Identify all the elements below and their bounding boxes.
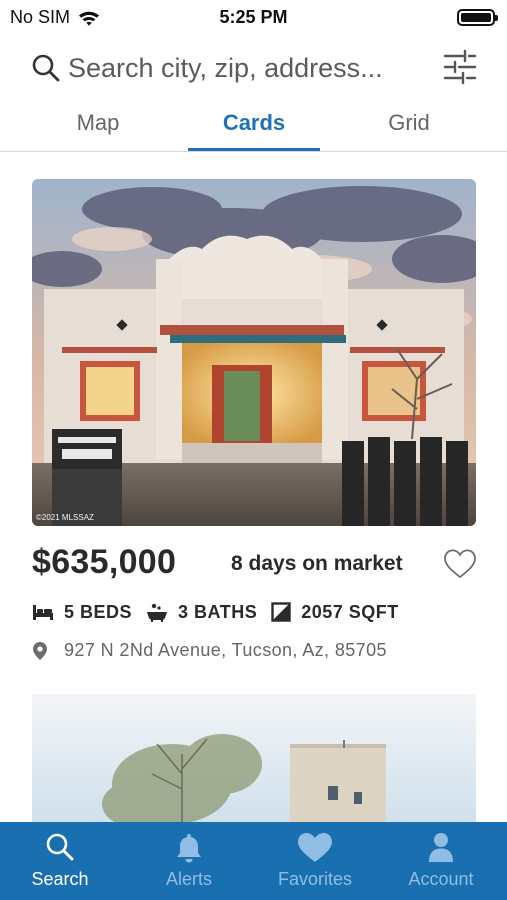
beds-label: 5 BEDS <box>64 601 133 622</box>
nav-search[interactable]: Search <box>0 822 123 900</box>
battery-icon <box>457 9 498 26</box>
beds-spec: 5 BEDS <box>32 602 132 623</box>
bed-icon <box>33 605 53 620</box>
photo-watermark: ©2021 MLSSAZ <box>36 513 94 522</box>
bell-icon <box>177 834 201 863</box>
nav-favorites[interactable]: Favorites <box>252 822 378 900</box>
house-photo-illustration: ©2021 MLSSAZ <box>32 179 476 526</box>
address-text: 927 N 2Nd Avenue, Tucson, Az, 85705 <box>64 640 387 660</box>
baths-label: 3 BATHS <box>178 601 258 622</box>
status-time: 5:25 PM <box>219 7 288 27</box>
listing-address: 927 N 2Nd Avenue, Tucson, Az, 85705 <box>32 640 387 661</box>
active-tab-indicator <box>188 148 320 151</box>
nav-account[interactable]: Account <box>378 822 504 900</box>
person-icon <box>429 833 453 862</box>
listing-photo[interactable]: ©2021 MLSSAZ <box>32 179 476 526</box>
status-bar: No SIM 5:25 PM <box>0 0 507 34</box>
nav-search-label: Search <box>31 869 89 889</box>
sqft-label: 2057 SQFT <box>301 601 399 622</box>
favorite-heart-icon[interactable] <box>443 548 477 580</box>
nav-favorites-label: Favorites <box>277 869 353 889</box>
nav-alerts[interactable]: Alerts <box>126 822 252 900</box>
filter-sliders-icon[interactable] <box>443 49 477 85</box>
bathtub-icon <box>147 603 168 622</box>
location-pin-icon <box>33 641 47 660</box>
sqft-spec: 2057 SQFT <box>271 602 399 623</box>
bottom-tab-bar: Search Alerts Favorites Account <box>0 822 507 900</box>
heart-icon <box>298 833 332 862</box>
tab-cards[interactable]: Cards <box>184 110 324 136</box>
listing-specs: 5 BEDS 3 BATHS 2057 SQFT <box>32 598 399 626</box>
view-tabs: Map Cards Grid <box>0 100 507 152</box>
next-listing-photo[interactable] <box>32 694 476 824</box>
next-house-photo-illustration <box>32 694 476 824</box>
search-icon <box>32 54 60 82</box>
listing-price: $635,000 <box>32 543 177 581</box>
search-icon <box>46 833 74 861</box>
tab-map[interactable]: Map <box>28 110 168 136</box>
nav-account-label: Account <box>408 869 474 889</box>
baths-spec: 3 BATHS <box>146 602 257 623</box>
square-footage-icon <box>271 602 291 622</box>
days-on-market: 8 days on market <box>231 552 403 575</box>
tab-grid[interactable]: Grid <box>339 110 479 136</box>
search-bar <box>0 44 507 94</box>
search-input[interactable] <box>68 48 428 88</box>
nav-alerts-label: Alerts <box>165 869 212 889</box>
